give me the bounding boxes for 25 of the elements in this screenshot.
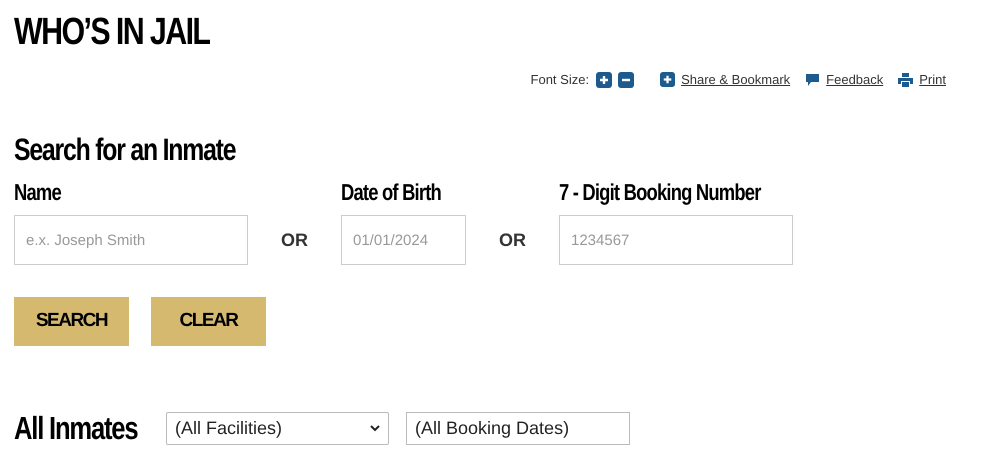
page-title: WHO’S IN JAIL (14, 10, 210, 54)
plus-icon (660, 72, 676, 88)
section-heading: Search for an Inmate (14, 132, 237, 168)
increase-font-icon[interactable] (596, 72, 612, 88)
field-label: Date of Birth (341, 178, 441, 206)
section-heading: All Inmates (14, 409, 136, 448)
or-separator: OR (280, 229, 309, 252)
form-button[interactable]: CLEAR (151, 297, 266, 346)
input-field[interactable]: 1234567 (559, 215, 793, 265)
form-button[interactable]: SEARCH (14, 297, 129, 346)
toolbar-link[interactable]: Print (919, 70, 946, 90)
input-field[interactable]: 01/01/2024 (341, 215, 466, 265)
or-separator: OR (498, 229, 527, 252)
facility-select[interactable]: (All Facilities) (166, 412, 389, 444)
toolbar-link[interactable]: Share & Bookmark (681, 70, 790, 90)
toolbar-link[interactable]: Feedback (826, 70, 884, 90)
speech-bubble-icon (805, 72, 820, 87)
decrease-font-icon[interactable] (618, 72, 634, 88)
input-field[interactable]: e.x. Joseph Smith (14, 215, 248, 265)
printer-icon (898, 72, 914, 87)
font-size-label: Font Size: (530, 71, 590, 89)
field-label: 7 - Digit Booking Number (559, 178, 761, 206)
chevron-down-icon (370, 424, 380, 432)
booking-dates-field[interactable]: (All Booking Dates) (406, 412, 630, 444)
field-label: Name (14, 178, 62, 206)
